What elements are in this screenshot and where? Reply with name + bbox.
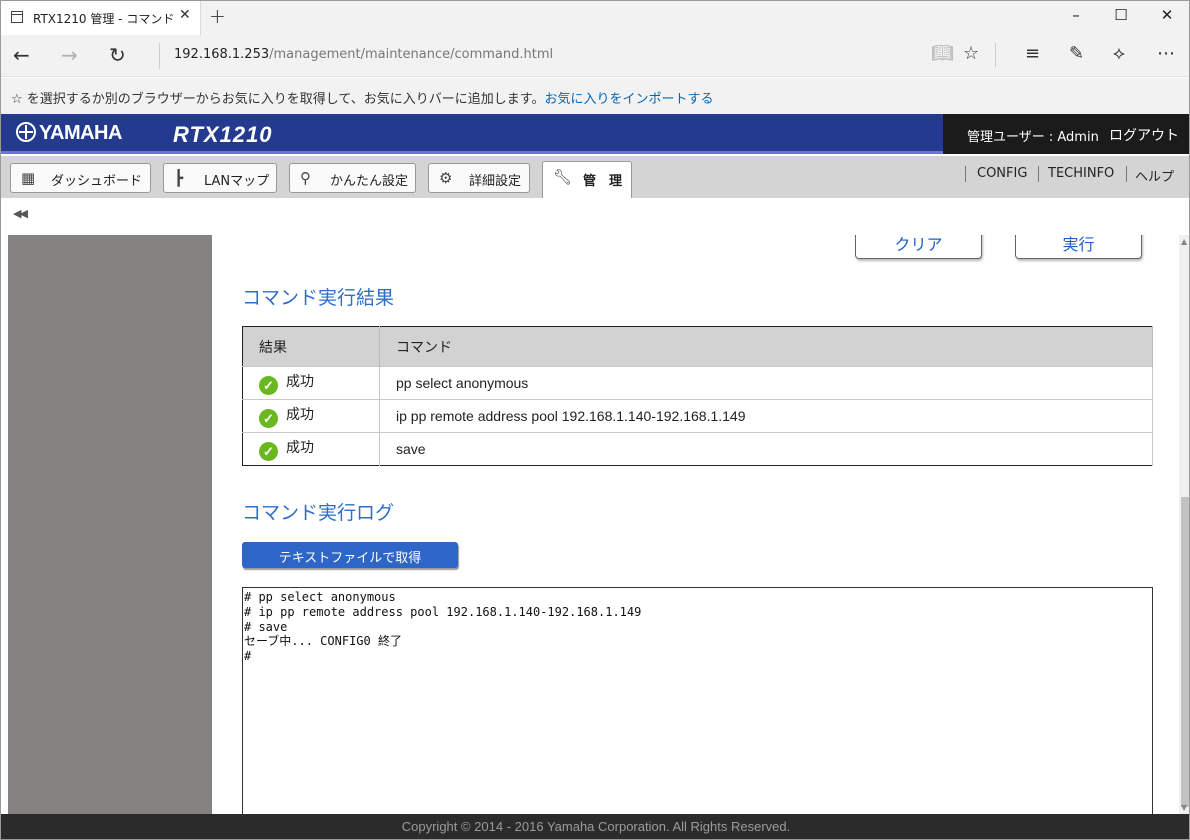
dashboard-icon: ▦ [21,169,36,187]
result-cell: ✓ 成功 [242,366,380,400]
table-row: ✓ 成功 pp select anonymous [242,366,1153,400]
command-cell: pp select anonymous [379,366,1153,400]
main-menu: ▦ ダッシュボード ┣ LANマップ ⚲ かんたん設定 ⚙ 詳細設定 🔧︎ 管 … [1,156,1189,198]
command-cell: save [379,432,1153,466]
column-header-command: コマンド [379,326,1153,367]
menu-label: かんたん設定 [330,174,409,189]
result-cell: ✓ 成功 [242,399,380,433]
yamaha-tuning-fork-icon [16,122,36,142]
column-header-result: 結果 [242,326,380,367]
run-button[interactable]: 実行 [1015,235,1142,259]
techinfo-link[interactable]: TECHINFO [1048,166,1114,181]
menu-label: ダッシュボード [51,174,143,189]
window-close-icon[interactable]: ✕ [1152,6,1182,24]
url-path: /management/maintenance/command.html [269,47,554,62]
success-check-icon: ✓ [259,376,278,395]
scrollbar-thumb[interactable] [1181,497,1189,807]
download-text-button[interactable]: テキストファイルで取得 [242,542,458,568]
user-box: 管理ユーザー : Admin ログアウト [943,114,1189,154]
reading-view-icon[interactable]: 📖︎ [931,43,954,64]
refresh-icon[interactable]: ↻ [109,43,126,67]
help-link[interactable]: ヘルプ [1135,166,1174,185]
url-host: 192.168.1.253 [174,47,270,62]
web-note-icon[interactable]: ✎ [1069,43,1084,64]
collapse-sidebar-icon[interactable]: ◀◀ [13,207,28,220]
browser-window: RTX1210 管理 - コマンドの ✕ + – ☐ ✕ ← → ↻ 192.1… [0,0,1190,840]
page-icon [11,11,23,23]
menu-dashboard[interactable]: ▦ ダッシュボード [10,163,151,193]
model-name: RTX1210 [173,122,273,147]
minimize-icon[interactable]: – [1061,6,1091,24]
menu-label: 管 理 [583,174,623,189]
wrench-icon: 🔧︎ [553,168,573,186]
result-table: 結果 コマンド ✓ 成功 pp select anonymous ✓ 成功 ip p… [242,326,1153,466]
tab-bar: RTX1210 管理 - コマンドの ✕ + – ☐ ✕ [1,1,1189,35]
result-cell: ✓ 成功 [242,432,380,466]
yamaha-logo: YAMAHA [16,122,122,145]
menu-divider [1038,166,1039,182]
command-log-textarea[interactable]: # pp select anonymous # ip pp remote add… [242,587,1153,815]
table-row: ✓ 成功 save [242,432,1153,466]
router-header: YAMAHA RTX1210 管理ユーザー : Admin ログアウト [1,114,1189,154]
gear-icon: ⚙ [439,169,453,187]
config-link[interactable]: CONFIG [977,166,1027,181]
menu-easy-setup[interactable]: ⚲ かんたん設定 [289,163,416,193]
sidebar [8,235,212,815]
command-cell: ip pp remote address pool 192.168.1.140-… [379,399,1153,433]
address-toolbar: ← → ↻ 192.168.1.253/management/maintenan… [1,35,1189,77]
result-text: 成功 [286,406,314,422]
table-row: ✓ 成功 ip pp remote address pool 192.168.1.… [242,399,1153,433]
lan-map-icon: ┣ [174,169,184,187]
main-content: クリア 実行 コマンド実行結果 結果 コマンド ✓ 成功 pp select an… [212,235,1179,815]
share-icon[interactable]: ⟡ [1113,43,1125,64]
scroll-down-icon[interactable]: ▼ [1181,803,1187,812]
clear-button[interactable]: クリア [855,235,982,259]
table-header-row: 結果 コマンド [242,326,1153,367]
scroll-up-icon[interactable]: ▲ [1181,237,1187,246]
tab-close-icon[interactable]: ✕ [179,7,191,23]
menu-lan-map[interactable]: ┣ LANマップ [163,163,277,193]
import-favorites-link[interactable]: お気に入りをインポートする [544,92,713,107]
menu-advanced-settings[interactable]: ⚙ 詳細設定 [428,163,530,193]
vertical-scrollbar[interactable]: ▲ ▼ [1179,235,1189,815]
more-icon[interactable]: ⋯ [1157,43,1175,64]
logout-link[interactable]: ログアウト [1109,125,1179,145]
menu-label: LANマップ [204,174,270,189]
favorites-hint: ☆ を選択するか別のブラウザーからお気に入りを取得して、お気に入りバーに追加しま… [11,92,545,107]
menu-divider [1126,166,1127,182]
browser-tab[interactable]: RTX1210 管理 - コマンドの ✕ [1,1,201,35]
forward-icon[interactable]: → [61,43,78,67]
wand-icon: ⚲ [300,169,311,187]
result-text: 成功 [286,439,314,455]
result-heading: コマンド実行結果 [242,287,395,309]
favorites-bar: ☆ を選択するか別のブラウザーからお気に入りを取得して、お気に入りバーに追加しま… [1,78,1189,114]
tab-title: RTX1210 管理 - コマンドの [33,12,173,26]
back-icon[interactable]: ← [13,43,30,67]
menu-divider [965,166,966,182]
hub-icon[interactable]: ≡ [1025,43,1040,64]
brand-text: YAMAHA [39,122,122,144]
menu-label: 詳細設定 [469,174,522,189]
new-tab-icon[interactable]: + [209,4,226,28]
footer-copyright: Copyright © 2014 - 2016 Yamaha Corporati… [1,814,1189,839]
toolbar-divider [995,43,996,67]
user-label: 管理ユーザー : Admin [967,130,1099,145]
maximize-icon[interactable]: ☐ [1106,6,1136,24]
log-heading: コマンド実行ログ [242,502,395,524]
result-text: 成功 [286,373,314,389]
menu-management[interactable]: 🔧︎ 管 理 [542,161,632,198]
favorite-star-icon[interactable]: ☆ [963,43,979,64]
success-check-icon: ✓ [259,409,278,428]
address-bar[interactable]: 192.168.1.253/management/maintenance/com… [159,43,929,69]
success-check-icon: ✓ [259,442,278,461]
